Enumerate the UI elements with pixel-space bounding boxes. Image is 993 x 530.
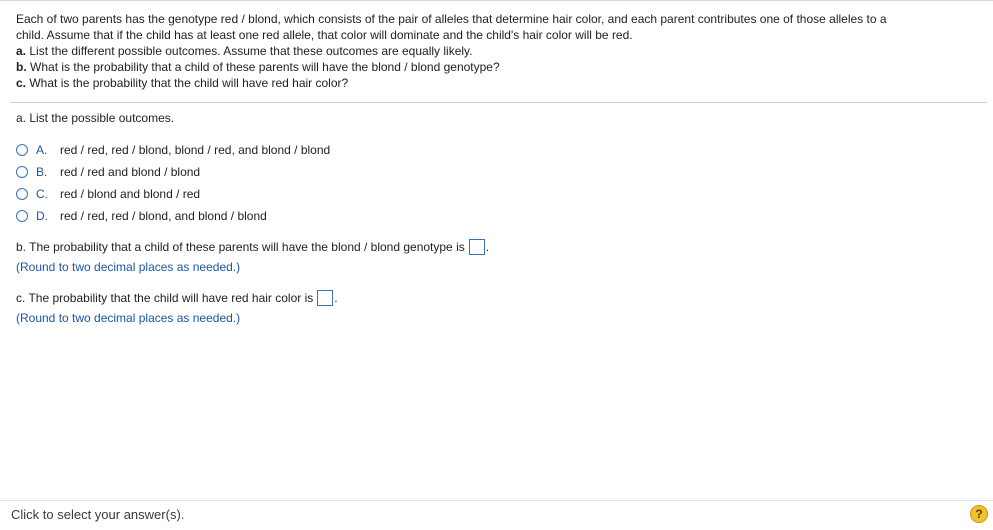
part-c-prefix: c.	[16, 76, 27, 90]
answer-input-b[interactable]	[468, 239, 485, 255]
answer-options: A. red / red, red / blond, blond / red, …	[16, 139, 330, 227]
section-divider	[10, 102, 987, 103]
option-d[interactable]: D. red / red, red / blond, and blond / b…	[16, 205, 330, 227]
radio-button-a[interactable]	[16, 144, 28, 156]
part-b-prompt: b. The probability that a child of these…	[16, 240, 465, 254]
question-part-c: c. What is the probability that the chil…	[16, 75, 976, 91]
option-letter: D.	[36, 209, 48, 223]
option-text: red / red, red / blond, and blond / blon…	[60, 209, 267, 223]
radio-button-d[interactable]	[16, 210, 28, 222]
part-c-prompt: c. The probability that the child will h…	[16, 291, 314, 305]
top-border	[0, 0, 993, 1]
answer-input-c[interactable]	[317, 290, 334, 306]
part-c-row: c. The probability that the child will h…	[16, 290, 338, 306]
question-text: Each of two parents has the genotype red…	[16, 11, 976, 91]
option-text: red / blond and blond / red	[60, 187, 201, 201]
part-a-prefix: a.	[16, 44, 27, 58]
part-b-hint: (Round to two decimal places as needed.)	[16, 260, 241, 274]
part-b-row: b. The probability that a child of these…	[16, 239, 489, 255]
option-letter: B.	[36, 165, 48, 179]
part-b-text: What is the probability that a child of …	[30, 60, 500, 74]
part-b-period: .	[485, 240, 490, 254]
part-a-label: a. List the possible outcomes.	[16, 111, 175, 125]
option-text: red / red, red / blond, blond / red, and…	[60, 143, 331, 157]
question-line-1: Each of two parents has the genotype red…	[16, 12, 887, 26]
part-b-section: b. The probability that a child of these…	[16, 239, 489, 275]
question-line-2: child. Assume that if the child has at l…	[16, 28, 633, 42]
option-c[interactable]: C. red / blond and blond / red	[16, 183, 330, 205]
radio-button-b[interactable]	[16, 166, 28, 178]
footer-instruction: Click to select your answer(s).	[11, 507, 185, 522]
option-letter: C.	[36, 187, 48, 201]
part-c-hint: (Round to two decimal places as needed.)	[16, 311, 241, 325]
part-b-prefix: b.	[16, 60, 27, 74]
question-part-a: a. List the different possible outcomes.…	[16, 43, 976, 59]
option-b[interactable]: B. red / red and blond / blond	[16, 161, 330, 183]
option-text: red / red and blond / blond	[60, 165, 201, 179]
part-c-section: c. The probability that the child will h…	[16, 290, 338, 326]
part-c-period: .	[334, 291, 338, 305]
part-c-text: What is the probability that the child w…	[29, 76, 349, 90]
part-a-text: List the different possible outcomes. As…	[29, 44, 473, 58]
option-a[interactable]: A. red / red, red / blond, blond / red, …	[16, 139, 330, 161]
option-letter: A.	[36, 143, 48, 157]
footer-divider	[0, 500, 993, 501]
radio-button-c[interactable]	[16, 188, 28, 200]
question-part-b: b. What is the probability that a child …	[16, 59, 976, 75]
help-icon[interactable]: ?	[970, 505, 988, 523]
